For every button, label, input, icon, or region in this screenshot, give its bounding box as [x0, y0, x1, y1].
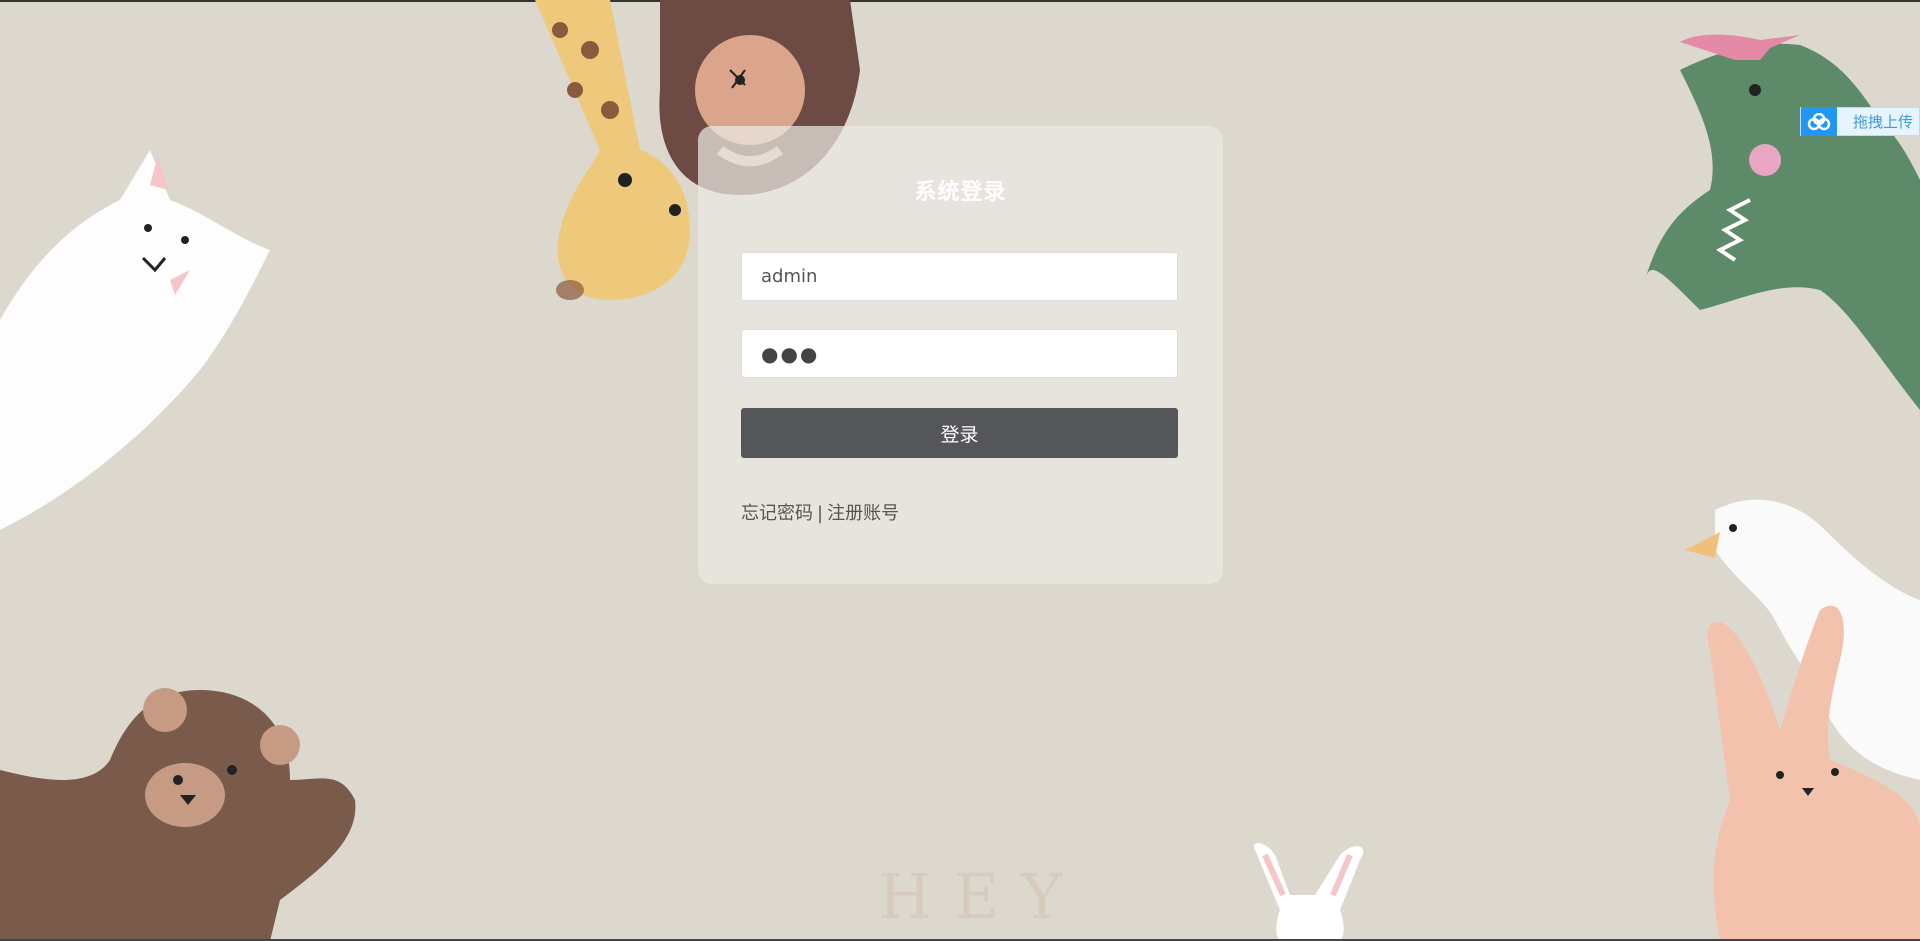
login-button[interactable]: 登录 — [741, 408, 1178, 458]
small-rabbit-illustration — [1254, 843, 1364, 941]
register-link[interactable]: 注册账号 — [827, 503, 899, 524]
drag-upload-widget[interactable]: 拖拽上传 — [1800, 107, 1920, 136]
drag-upload-label: 拖拽上传 — [1853, 113, 1914, 131]
cloud-icon — [1801, 107, 1837, 136]
crocodile-illustration — [1645, 34, 1920, 410]
auth-links: 忘记密码 | 注册账号 — [741, 499, 899, 525]
forgot-password-link[interactable]: 忘记密码 — [741, 503, 813, 524]
password-mask: ●●● — [761, 341, 820, 366]
alpaca-illustration — [0, 150, 270, 530]
hey-watermark: HEY — [878, 860, 1085, 933]
password-input[interactable]: ●●● — [741, 329, 1178, 378]
top-border — [0, 0, 1920, 2]
login-title: 系统登录 — [914, 180, 1007, 205]
login-panel: 系统登录 admin ●●● 登录 忘记密码 | 注册账号 — [698, 126, 1223, 584]
username-value: admin — [761, 266, 818, 287]
bear-illustration — [0, 688, 356, 941]
username-input[interactable]: admin — [741, 252, 1178, 301]
link-separator: | — [817, 503, 824, 524]
rabbit-illustration — [1707, 605, 1920, 941]
